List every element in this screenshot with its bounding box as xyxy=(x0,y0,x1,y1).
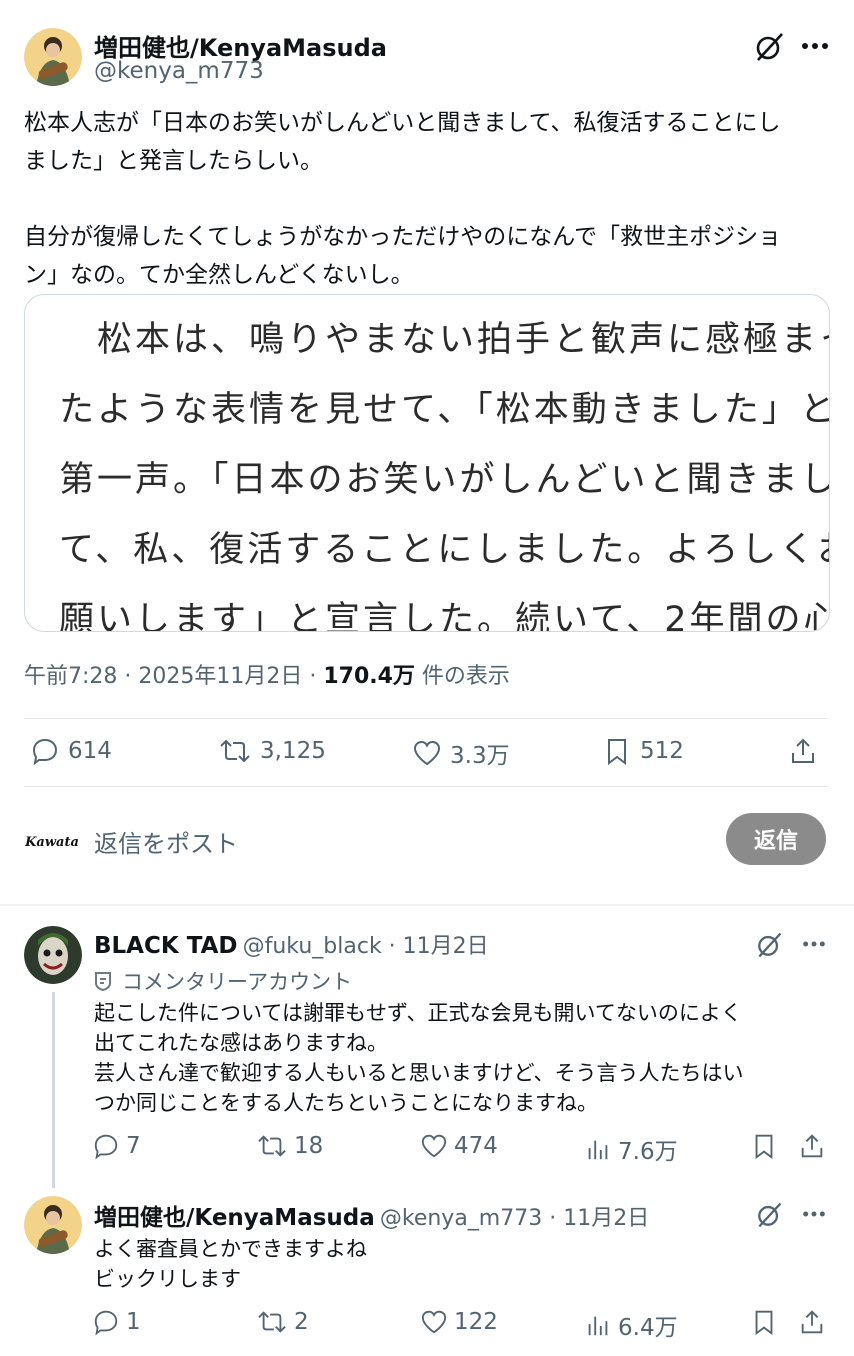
reply-icon xyxy=(94,1134,118,1160)
reply-author-handle[interactable]: @fuku_black xyxy=(243,934,382,959)
divider xyxy=(24,718,828,719)
post-meta: 午前7:28 · 2025年11月2日 · 170.4万 件の表示 xyxy=(24,658,510,690)
heart-icon xyxy=(421,1134,447,1158)
grok-icon[interactable] xyxy=(752,30,786,64)
views-action[interactable]: 6.4万 xyxy=(584,1308,678,1342)
analytics-icon xyxy=(588,1140,608,1160)
image-text-line: 第一声。「日本のお笑いがしんどいと聞きまし xyxy=(59,460,830,500)
like-count: 474 xyxy=(454,1133,498,1159)
share-action[interactable] xyxy=(798,1308,826,1336)
reply-action[interactable]: 1 xyxy=(92,1308,141,1336)
reply-icon xyxy=(32,738,58,766)
attached-image[interactable]: 松本は、鳴りやまない拍手と歓声に感極まっ たような表情を見せて、「松本動きました… xyxy=(24,294,830,632)
section-separator xyxy=(0,904,854,906)
bookmark-action[interactable] xyxy=(750,1308,778,1336)
reply-count: 1 xyxy=(126,1309,141,1335)
share-icon xyxy=(801,1134,823,1158)
share-action[interactable] xyxy=(798,1132,826,1160)
repost-action[interactable]: 3,125 xyxy=(218,736,326,766)
more-options-icon[interactable] xyxy=(800,1204,828,1224)
author-avatar[interactable] xyxy=(24,28,82,86)
reply-author-avatar[interactable] xyxy=(24,926,82,984)
reply-text-line: 起こした件については謝罪もせず、正式な会見も開いてないのによく xyxy=(94,1001,742,1025)
image-text-line: たような表情を見せて、「松本動きました」と xyxy=(59,390,830,430)
reply-text-line: つか同じことをする人たちということになりますね。 xyxy=(94,1091,598,1115)
like-count: 3.3万 xyxy=(450,743,510,769)
reply-author-handle[interactable]: @kenya_m773 xyxy=(380,1206,542,1231)
reply-date[interactable]: · 11月2日 xyxy=(542,1206,649,1231)
heart-icon xyxy=(421,1310,447,1334)
like-action[interactable]: 3.3万 xyxy=(412,736,510,770)
reply-button[interactable]: 返信 xyxy=(726,813,826,865)
thread-line xyxy=(52,992,55,1188)
reply-action[interactable]: 7 xyxy=(92,1132,141,1160)
repost-count: 18 xyxy=(294,1133,324,1159)
reply-input[interactable]: 返信をポスト xyxy=(94,824,238,859)
post-text: 松本人志が「日本のお笑いがしんどいと聞きまして、私復活することにし ました」と発… xyxy=(24,104,834,294)
reply-header: 増田健也/KenyaMasuda @kenya_m773 · 11月2日 xyxy=(94,1198,649,1232)
repost-icon xyxy=(258,1311,286,1333)
reply-action[interactable]: 614 xyxy=(30,736,112,766)
reply-text: 起こした件については謝罪もせず、正式な会見も開いてないのによく 出てこれたな感は… xyxy=(94,998,834,1118)
share-action[interactable] xyxy=(788,736,818,766)
bookmark-icon xyxy=(755,1310,773,1336)
reply-text-line: 出てこれたな感はありますね。 xyxy=(94,1031,388,1055)
image-text-line: 松本は、鳴りやまない拍手と歓声に感極まっ xyxy=(59,320,830,360)
post-text-line: 自分が復帰したくてしょうがなかっただけやのになんで「救世主ポジショ xyxy=(24,224,782,250)
reply-count: 7 xyxy=(126,1133,141,1159)
reply-date[interactable]: · 11月2日 xyxy=(382,934,489,959)
grok-icon[interactable] xyxy=(754,1200,784,1230)
share-icon xyxy=(801,1310,823,1334)
author-handle[interactable]: @kenya_m773 xyxy=(94,58,264,84)
reply-header: BLACK TAD @fuku_black · 11月2日 xyxy=(94,928,489,960)
share-icon xyxy=(792,738,814,763)
post-text-line: 松本人志が「日本のお笑いがしんどいと聞きまして、私復活することにし xyxy=(24,110,781,136)
my-avatar[interactable]: Kawata xyxy=(24,814,80,870)
repost-action[interactable]: 18 xyxy=(256,1132,323,1160)
grok-icon[interactable] xyxy=(754,930,784,960)
repost-icon xyxy=(220,739,250,763)
reply-icon xyxy=(94,1310,118,1336)
image-text-line: て、私、復活することにしました。よろしくお xyxy=(59,530,830,570)
more-options-icon[interactable] xyxy=(800,934,828,954)
reply-text-line: ビックリします xyxy=(94,1267,241,1291)
like-count: 122 xyxy=(454,1309,498,1335)
bookmark-count: 512 xyxy=(640,738,684,764)
reply-author-name[interactable]: 増田健也/KenyaMasuda xyxy=(94,1205,375,1231)
analytics-icon xyxy=(588,1316,608,1336)
views-count: 6.4万 xyxy=(618,1315,678,1341)
views-label: 件の表示 xyxy=(414,664,510,689)
image-text-line: 願いします」と宣言した。続いて、2年間の心境 xyxy=(59,600,830,632)
repost-count: 3,125 xyxy=(260,738,326,764)
reply-count: 614 xyxy=(68,738,112,764)
views-count: 7.6万 xyxy=(618,1139,678,1165)
bookmark-icon xyxy=(608,739,626,765)
reply-text: よく審査員とかできますよね ビックリします xyxy=(94,1234,834,1294)
post-text-line: ました」と発言したらしい。 xyxy=(24,148,323,174)
badge-icon xyxy=(95,972,111,991)
views-action[interactable]: 7.6万 xyxy=(584,1132,678,1166)
repost-icon xyxy=(258,1135,286,1157)
commentary-badge: コメンタリーアカウント xyxy=(94,966,352,996)
like-action[interactable]: 122 xyxy=(420,1308,498,1336)
bookmark-action[interactable]: 512 xyxy=(602,736,684,766)
repost-count: 2 xyxy=(294,1309,309,1335)
my-avatar-logo: Kawata xyxy=(25,834,79,850)
heart-icon xyxy=(413,740,441,766)
like-action[interactable]: 474 xyxy=(420,1132,498,1160)
badge-label: コメンタリーアカウント xyxy=(122,970,353,994)
more-options-icon[interactable] xyxy=(800,34,830,58)
reply-text-line: よく審査員とかできますよね xyxy=(94,1237,367,1261)
divider xyxy=(24,786,828,787)
post-text-line xyxy=(24,180,834,218)
bookmark-icon xyxy=(755,1134,773,1160)
reply-author-name[interactable]: BLACK TAD xyxy=(94,933,238,959)
views-count[interactable]: 170.4万 xyxy=(323,664,415,689)
bookmark-action[interactable] xyxy=(750,1132,778,1160)
reply-author-avatar[interactable] xyxy=(24,1196,82,1254)
repost-action[interactable]: 2 xyxy=(256,1308,309,1336)
post-timestamp[interactable]: 午前7:28 · 2025年11月2日 · xyxy=(24,664,323,689)
reply-text-line: 芸人さん達で歓迎する人もいると思いますけど、そう言う人たちはい xyxy=(94,1061,744,1085)
post-text-line: ン」なの。てか全然しんどくないし。 xyxy=(24,262,414,288)
